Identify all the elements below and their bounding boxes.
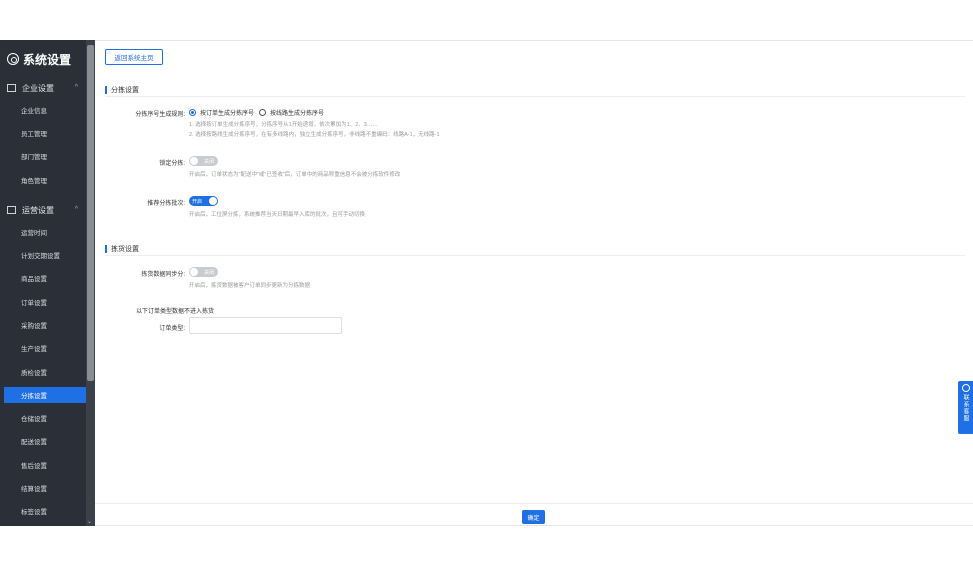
chevron-up-icon: ^ [74,206,78,213]
rule-label: 分拣序号生成规则: [135,112,185,118]
sidebar-item-ops-time[interactable]: 运营时间 [0,224,86,240]
sidebar-title: 系统设置 [23,52,72,67]
divider [105,255,965,256]
sidebar-item-label[interactable]: 标签设置 [0,503,86,519]
sidebar-group-label: 企业设置 [22,83,54,93]
sidebar-header: 系统设置 [0,40,95,78]
chevron-up-icon: ^ [74,84,78,91]
order-type-label: 订单类型: [159,326,185,332]
section-title-text: 拣货设置 [111,246,139,253]
rule-hint-2: 2. 选择按路线生成分拣序号，在有多线路内，独立生成分拣序号，非线路不重编码：线… [189,132,440,138]
section-title-sorting: 分拣设置 [105,85,139,95]
building-icon [7,84,16,92]
bottom-border [95,525,973,526]
exclude-text: 以下订单类型数据不进入拣货 [136,309,215,315]
toggle-state-text: 关闭 [203,269,214,276]
contact-support-button[interactable]: 联系客服 [958,381,973,434]
sidebar-group-label: 运营设置 [22,205,54,215]
sidebar-item-settlement[interactable]: 结算设置 [0,480,86,496]
lock-hint: 开启后，订单状态为"配送中"或"已签收"后，订单中的商品称重信息不会被分拣软件修… [189,172,401,178]
sidebar-group-company[interactable]: 企业设置 ^ [0,78,86,98]
sidebar-item-production[interactable]: 生产设置 [0,340,86,356]
scrollbar-thumb[interactable] [87,45,94,381]
toggle-state-text: 开启 [192,198,203,205]
sidebar-item-aftersale[interactable]: 售后设置 [0,457,86,473]
recommend-label: 推荐分拣批次: [147,201,185,207]
rule-hint-1: 1. 选择按订单生成分拣序号，分拣序号从1开始递增，依次累加为1、2、3…… [189,122,378,128]
sidebar-item-purchase[interactable]: 采购设置 [0,317,86,333]
sync-hint: 开启后，拣货数据被客户订单同步更新为分拣数据 [189,283,311,289]
rule-radio-group: 按订单生成分拣序号 按线路生成分拣序号 [189,108,324,117]
radio-by-order[interactable] [189,109,196,116]
radio-label-by-route[interactable]: 按线路生成分拣序号 [270,108,324,117]
chevron-down-icon[interactable]: ⌄ [87,518,92,525]
lock-label: 锁定分拣: [159,161,185,167]
sidebar-item-sorting[interactable]: 分拣设置 [4,387,86,403]
sidebar-group-ops[interactable]: 运营设置 ^ [0,200,86,220]
section-title-text: 分拣设置 [111,87,139,94]
sidebar-item-delivery[interactable]: 配送设置 [0,433,86,449]
list-icon [7,206,16,214]
recommend-hint: 开启后，工位屏分拣，系统推荐当天日期最早入库的批次，且可手动切换 [189,212,366,218]
contact-label: 联系客服 [962,394,968,422]
sync-label: 拣货数据同步分: [141,272,185,278]
main-content: 返回系统主页 分拣设置 分拣序号生成规则: 按订单生成分拣序号 按线路生成分拣序… [95,40,973,526]
sidebar-item-company-info[interactable]: 企业信息 [0,102,86,118]
sidebar-item-goods[interactable]: 商品设置 [0,270,86,286]
recommend-toggle[interactable]: 开启 [189,196,218,206]
sidebar-item-plan-delivery[interactable]: 计划交期设置 [0,247,86,263]
sidebar-item-staff[interactable]: 员工管理 [0,125,86,141]
sidebar-item-role[interactable]: 角色管理 [0,172,86,188]
footer-bar: 确定 [95,503,973,526]
sidebar: 系统设置 企业设置 ^ 企业信息 员工管理 部门管理 角色管理 运营设置 ^ 运… [0,40,95,526]
sidebar-item-order[interactable]: 订单设置 [0,294,86,310]
sidebar-item-qc[interactable]: 质检设置 [0,364,86,380]
divider [105,96,965,97]
radio-label-by-order[interactable]: 按订单生成分拣序号 [200,108,254,117]
confirm-button[interactable]: 确定 [522,510,545,524]
chat-icon [961,384,970,392]
order-type-select[interactable] [189,317,342,334]
toggle-state-text: 关闭 [203,158,214,165]
sidebar-item-storage[interactable]: 仓储设置 [0,410,86,426]
radio-by-route[interactable] [259,109,267,116]
sidebar-scrollbar[interactable]: ⌄ [86,40,95,526]
sync-toggle[interactable]: 关闭 [189,267,218,277]
sidebar-item-department[interactable]: 部门管理 [0,148,86,164]
lock-toggle[interactable]: 关闭 [189,156,218,166]
gear-icon [7,53,19,65]
section-title-inspect: 拣货设置 [105,244,139,254]
back-to-home-button[interactable]: 返回系统主页 [105,49,163,65]
